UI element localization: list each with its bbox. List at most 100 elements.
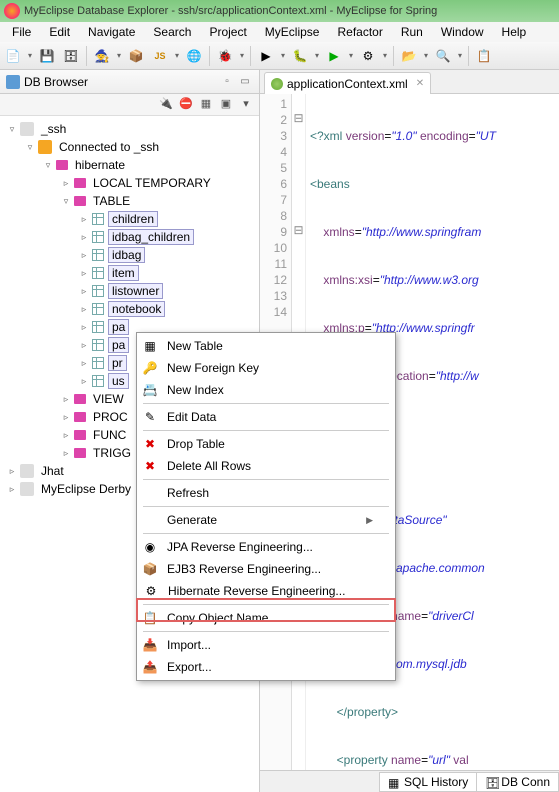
node-view[interactable]: VIEW <box>90 392 127 406</box>
menu-edit[interactable]: Edit <box>41 23 78 41</box>
node-ssh[interactable]: _ssh <box>38 122 69 136</box>
minimize-icon[interactable]: ▫ <box>219 74 235 90</box>
submenu-arrow-icon: ▶ <box>366 515 373 526</box>
menu-search[interactable]: Search <box>145 23 199 41</box>
connect-icon[interactable]: 🔌 <box>157 94 175 112</box>
debug2-button[interactable]: 🐛 <box>289 45 311 67</box>
menu-copy[interactable]: 📋Copy Object Name <box>139 607 393 629</box>
delete-rows-icon: ✖ <box>141 457 159 475</box>
menu-delete-rows[interactable]: ✖Delete All Rows <box>139 455 393 477</box>
menu-run[interactable]: Run <box>393 23 431 41</box>
node-func[interactable]: FUNC <box>90 428 129 442</box>
node-hibernate[interactable]: hibernate <box>72 158 128 172</box>
node-proc[interactable]: PROC <box>90 410 131 424</box>
expander-icon[interactable]: ▿ <box>24 141 36 153</box>
menu-project[interactable]: Project <box>201 23 254 41</box>
table-row[interactable]: us <box>108 373 129 389</box>
table-row[interactable]: pa <box>108 337 129 353</box>
table-children[interactable]: children <box>108 211 158 227</box>
connection-icon <box>38 140 52 154</box>
menu-new-fk[interactable]: 🔑New Foreign Key <box>139 357 393 379</box>
more-button[interactable]: 📋 <box>473 45 495 67</box>
node-local-temp[interactable]: LOCAL TEMPORARY <box>90 176 214 190</box>
delete-icon: ✖ <box>141 435 159 453</box>
menu-drop-table[interactable]: ✖Drop Table <box>139 433 393 455</box>
run-button[interactable]: ▶ <box>255 45 277 67</box>
index-icon: 📇 <box>141 381 159 399</box>
expander-icon[interactable]: ▿ <box>42 159 54 171</box>
menu-edit-data[interactable]: ✎Edit Data <box>139 406 393 428</box>
sql-icon[interactable]: ▦ <box>197 94 215 112</box>
refresh-icon <box>141 484 159 502</box>
browser-button[interactable]: 🌐 <box>183 45 205 67</box>
table-row[interactable]: pa <box>108 319 129 335</box>
folder-icon <box>74 394 86 404</box>
menu-icon[interactable]: ▾ <box>237 94 255 112</box>
new-button[interactable]: 📄 <box>2 45 24 67</box>
table-row[interactable]: pr <box>108 355 127 371</box>
table-notebook[interactable]: notebook <box>108 301 165 317</box>
titlebar: MyEclipse Database Explorer - ssh/src/ap… <box>0 0 559 22</box>
node-connected[interactable]: Connected to _ssh <box>56 140 162 154</box>
new-table-icon: ▦ <box>141 337 159 355</box>
table-idbag-children[interactable]: idbag_children <box>108 229 194 245</box>
tab-sql-history[interactable]: ▦SQL History <box>379 772 477 792</box>
folder-icon <box>74 448 86 458</box>
tab-db-conn[interactable]: 🗄DB Conn <box>476 772 559 792</box>
save-button[interactable]: 💾 <box>36 45 58 67</box>
folder-icon <box>74 430 86 440</box>
deploy-button[interactable]: 📦 <box>125 45 147 67</box>
run2-button[interactable]: ▶ <box>323 45 345 67</box>
disconnect-icon[interactable]: ⛔ <box>177 94 195 112</box>
menu-hibernate[interactable]: ⚙Hibernate Reverse Engineering... <box>139 580 393 602</box>
saveall-button[interactable]: 🗄 <box>60 45 82 67</box>
menu-refresh[interactable]: Refresh <box>139 482 393 504</box>
database-icon <box>20 464 34 478</box>
menu-file[interactable]: File <box>4 23 39 41</box>
hibernate-icon: ⚙ <box>142 582 160 600</box>
node-trigger[interactable]: TRIGG <box>90 446 134 460</box>
exec-icon[interactable]: ▣ <box>217 94 235 112</box>
folder-icon <box>74 412 86 422</box>
main-toolbar: 📄▾ 💾 🗄 🧙▾ 📦 JS▾ 🌐 🐞▾ ▶▾ 🐛▾ ▶▾ ⚙▾ 📂▾ 🔍▾ 📋 <box>0 42 559 70</box>
node-derby[interactable]: MyEclipse Derby <box>38 482 134 496</box>
wizard-drop[interactable]: ▾ <box>115 45 123 67</box>
db-browser-tab[interactable]: DB Browser ▫ ▭ <box>0 70 259 94</box>
menu-new-index[interactable]: 📇New Index <box>139 379 393 401</box>
expander-icon[interactable]: ▿ <box>60 195 72 207</box>
maximize-icon[interactable]: ▭ <box>237 74 253 90</box>
menu-import[interactable]: 📥Import... <box>139 634 393 656</box>
table-icon <box>92 303 104 315</box>
node-jhat[interactable]: Jhat <box>38 464 67 478</box>
menu-new-table[interactable]: ▦New Table <box>139 335 393 357</box>
debug-button[interactable]: 🐞 <box>214 45 236 67</box>
open-type-button[interactable]: 📂 <box>398 45 420 67</box>
editor-tab-active[interactable]: applicationContext.xml ✕ <box>264 72 431 94</box>
table-item[interactable]: item <box>108 265 139 281</box>
export-icon: 📤 <box>141 658 159 676</box>
menu-generate[interactable]: Generate▶ <box>139 509 393 531</box>
menu-myeclipse[interactable]: MyEclipse <box>257 23 328 41</box>
menu-help[interactable]: Help <box>494 23 535 41</box>
expander-icon[interactable]: ▿ <box>6 123 18 135</box>
spring-icon <box>271 78 283 90</box>
new-drop[interactable]: ▾ <box>26 45 34 67</box>
menu-refactor[interactable]: Refactor <box>329 23 390 41</box>
wizard-button[interactable]: 🧙 <box>91 45 113 67</box>
menu-ejb3[interactable]: 📦EJB3 Reverse Engineering... <box>139 558 393 580</box>
expander-icon[interactable]: ▹ <box>60 177 72 189</box>
close-icon[interactable]: ✕ <box>416 78 424 89</box>
ejb-icon: 📦 <box>141 560 159 578</box>
table-listowner[interactable]: listowner <box>108 283 163 299</box>
menu-navigate[interactable]: Navigate <box>80 23 143 41</box>
table-icon <box>92 213 104 225</box>
node-table-folder[interactable]: TABLE <box>90 194 133 208</box>
search-button[interactable]: 🔍 <box>432 45 454 67</box>
menu-jpa[interactable]: ◉JPA Reverse Engineering... <box>139 536 393 558</box>
table-idbag[interactable]: idbag <box>108 247 145 263</box>
menu-export[interactable]: 📤Export... <box>139 656 393 678</box>
table-icon <box>92 231 104 243</box>
ext-button[interactable]: ⚙ <box>357 45 379 67</box>
js-button[interactable]: JS <box>149 45 171 67</box>
menu-window[interactable]: Window <box>433 23 492 41</box>
